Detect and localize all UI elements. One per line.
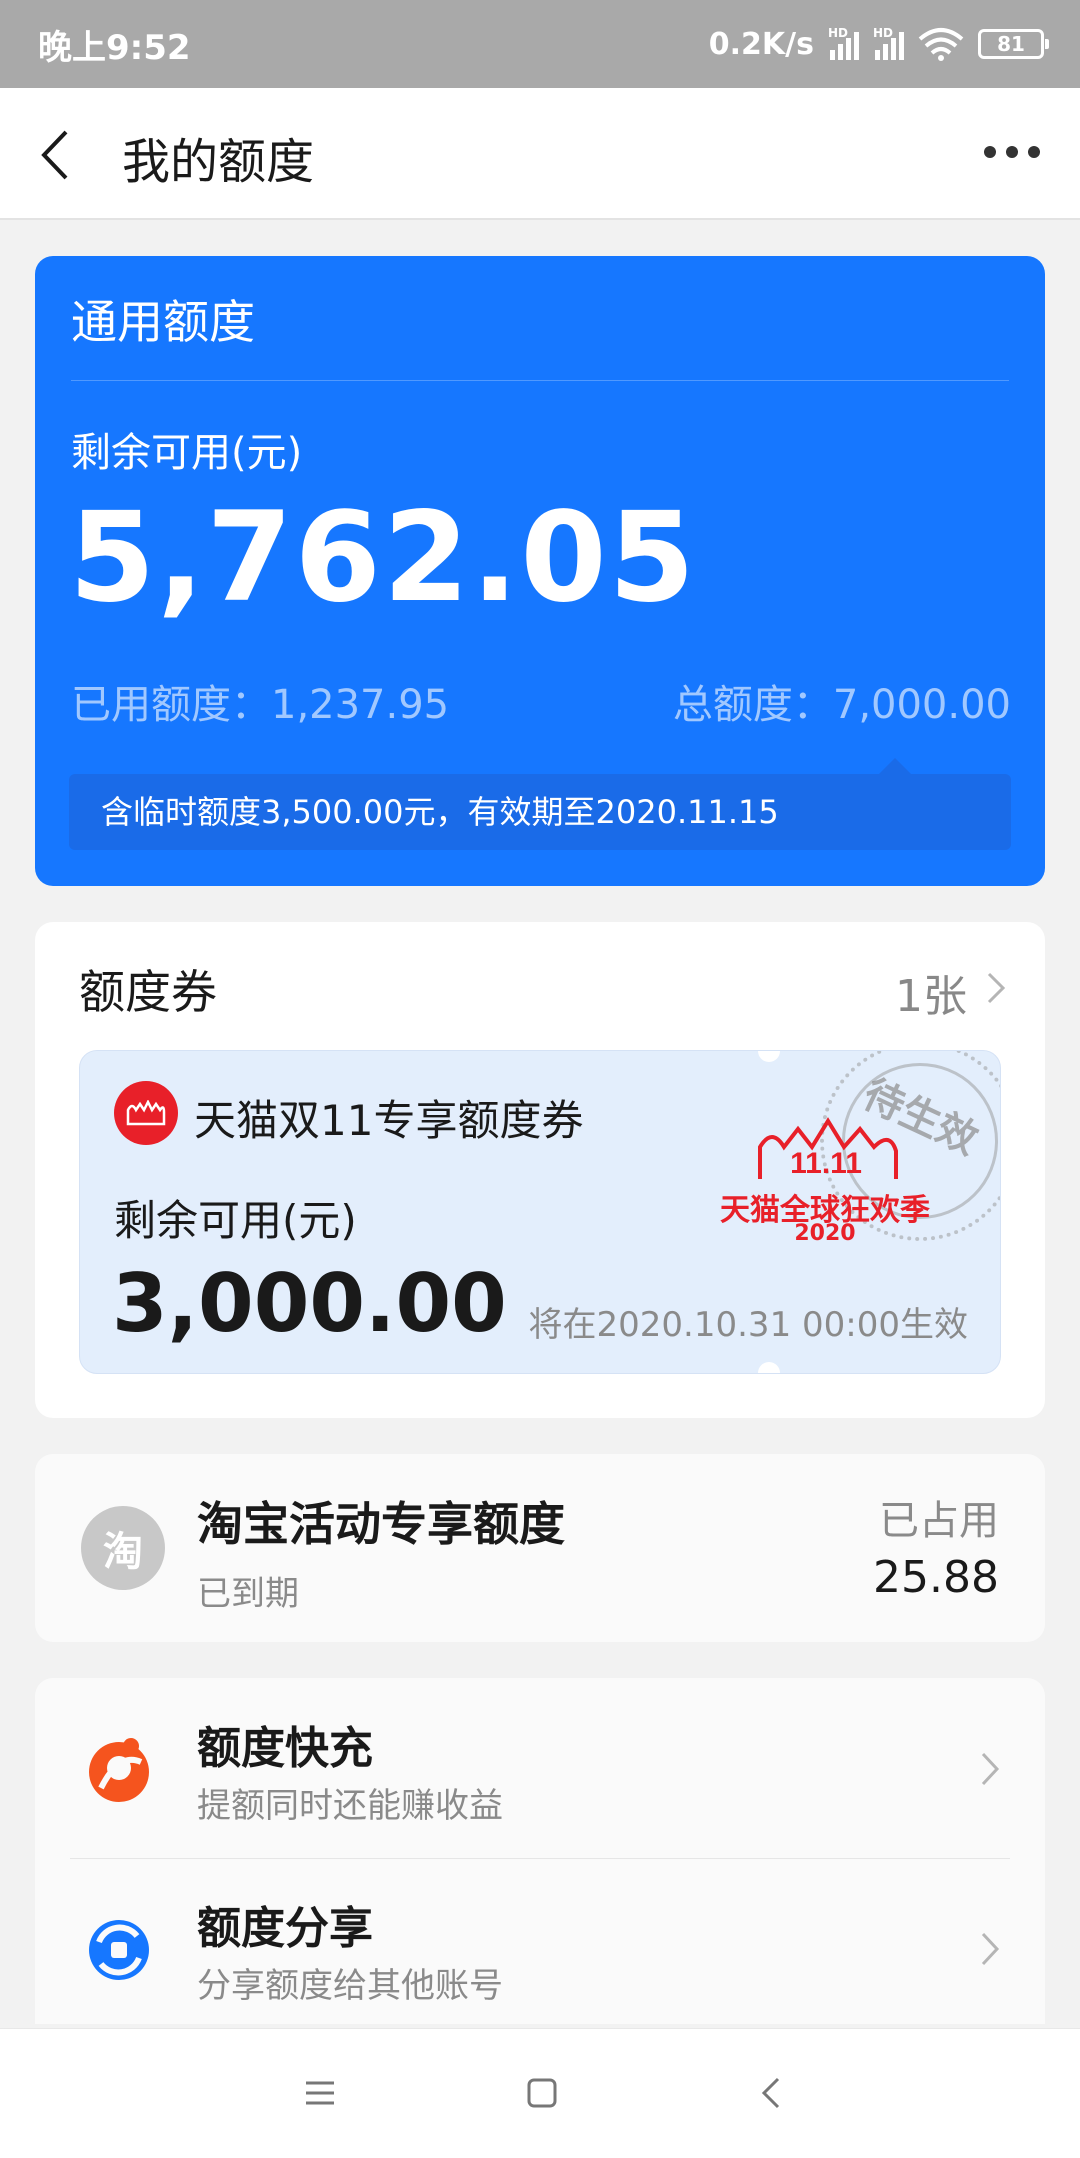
taobao-quota-title: 淘宝活动专享额度: [197, 1497, 565, 1551]
share-icon: [89, 1920, 149, 1980]
available-label: 剩余可用(元): [71, 430, 303, 476]
chevron-right-icon: [981, 1752, 1000, 1786]
function-subtitle: 分享额度给其他账号: [197, 1966, 503, 2006]
temp-quota-notice: 含临时额度3,500.00元，有效期至2020.11.15: [69, 758, 1011, 850]
voucher-count[interactable]: 1张: [895, 960, 967, 1024]
more-horizontal-icon[interactable]: [984, 146, 1040, 158]
used-quota: 已用额度：1,237.95: [71, 682, 450, 728]
occupied-label: 已占用: [879, 1498, 999, 1544]
general-quota-card: 通用额度 剩余可用(元) 5,762.05 已用额度：1,237.95 总额度：…: [35, 256, 1045, 886]
signal-icon: HD: [873, 26, 904, 60]
function-title: 额度快充: [197, 1723, 373, 1774]
voucher-title: 天猫双11专享额度券: [194, 1096, 584, 1145]
chevron-right-icon[interactable]: [985, 970, 1007, 1006]
chevron-right-icon: [981, 1932, 1000, 1966]
card-title: 通用额度: [71, 295, 255, 349]
voucher-available-label: 剩余可用(元): [114, 1196, 357, 1245]
section-title: 额度券: [79, 965, 217, 1019]
function-title: 额度分享: [197, 1903, 373, 1954]
signal-icon: HD: [828, 26, 859, 60]
taobao-icon: 淘: [81, 1506, 165, 1590]
back-triangle-icon[interactable]: [752, 2073, 792, 2113]
voucher-amount: 3,000.00: [112, 1257, 507, 1350]
voucher-section: 额度券 1张 待生效 天猫双11专享额度券 剩余可用(元) 3,000.00 将…: [35, 922, 1045, 1418]
chevron-left-icon[interactable]: [36, 126, 86, 184]
divider: [71, 380, 1009, 381]
system-nav-bar: [0, 2028, 1080, 2158]
function-subtitle: 提额同时还能赚收益: [197, 1786, 503, 1826]
status-bar: 晚上9:52 0.2K/s HD HD 81: [0, 0, 1080, 88]
quick-charge-icon: [89, 1738, 149, 1802]
voucher-notch: [758, 1051, 780, 1062]
taobao-quota-status: 已到期: [197, 1574, 299, 1614]
double-eleven-logo: 11.11 天猫全球狂欢季 2020: [720, 1107, 930, 1247]
status-time: 晚上9:52: [38, 27, 191, 68]
wifi-icon: [918, 28, 964, 61]
available-amount: 5,762.05: [69, 486, 697, 630]
function-list: 额度快充 提额同时还能赚收益 额度分享 分享额度给其他账号: [35, 1678, 1045, 2024]
network-speed: 0.2K/s: [708, 26, 814, 62]
occupied-value: 25.88: [873, 1552, 999, 1603]
page-title: 我的额度: [122, 134, 315, 190]
menu-icon[interactable]: [300, 2073, 340, 2113]
home-square-icon[interactable]: [522, 2073, 562, 2113]
tmall-icon: [114, 1081, 178, 1145]
quick-charge-item[interactable]: 额度快充 提额同时还能赚收益: [35, 1678, 1045, 1858]
battery-level: 81: [997, 32, 1025, 56]
voucher-effective-date: 将在2020.10.31 00:00生效: [528, 1305, 968, 1345]
taobao-quota-card[interactable]: 淘 淘宝活动专享额度 已到期 已占用 25.88: [35, 1454, 1045, 1642]
promo-badge: 11.11: [790, 1147, 862, 1180]
app-header: 我的额度: [0, 88, 1080, 220]
promo-year: 2020: [794, 1221, 856, 1246]
battery-icon: 81: [978, 29, 1049, 59]
status-indicators: 0.2K/s HD HD 81: [708, 26, 1049, 62]
quota-share-item[interactable]: 额度分享 分享额度给其他账号: [35, 1858, 1045, 2024]
total-quota: 总额度：7,000.00: [672, 682, 1011, 728]
voucher-card[interactable]: 待生效 天猫双11专享额度券 剩余可用(元) 3,000.00 将在2020.1…: [79, 1050, 1001, 1374]
voucher-notch: [758, 1362, 780, 1373]
